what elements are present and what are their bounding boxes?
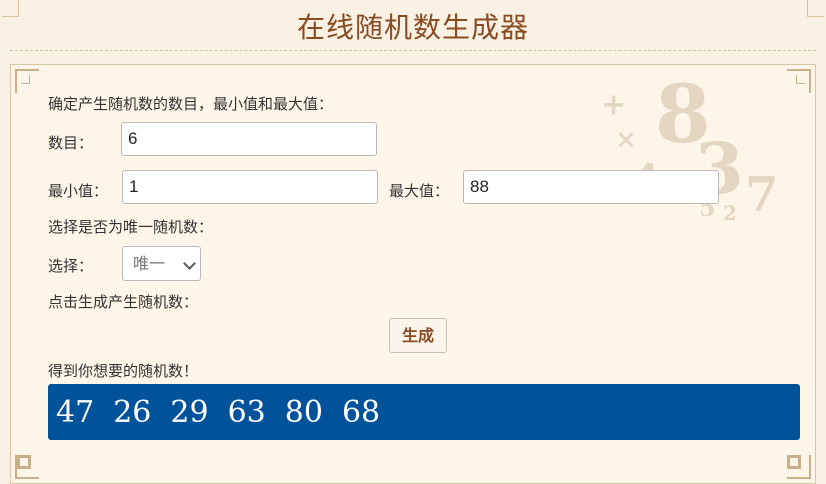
deco-glyph: + <box>601 87 627 122</box>
unique-prompt: 选择是否为唯一随机数： <box>48 218 214 236</box>
result-number: 26 <box>113 394 152 430</box>
max-input[interactable] <box>463 170 719 204</box>
chevron-down-icon <box>183 257 196 270</box>
deco-glyph: × <box>615 125 637 155</box>
result-display: 47 26 29 63 80 68 <box>48 384 800 440</box>
max-label: 最大值： <box>389 182 450 200</box>
count-label: 数目： <box>48 134 94 152</box>
result-number: 80 <box>284 394 323 430</box>
page-title: 在线随机数生成器 <box>296 11 529 44</box>
header-divider <box>10 50 816 51</box>
unique-select-label: 选择： <box>48 257 94 275</box>
min-input[interactable] <box>122 170 378 204</box>
deco-glyph: 8 <box>655 67 711 161</box>
panel-corner-bottom-right <box>787 455 811 479</box>
generate-button[interactable]: 生成 <box>389 318 447 353</box>
panel-corner-top-right <box>787 69 811 93</box>
count-input[interactable] <box>121 122 377 156</box>
unique-select[interactable]: 唯一 <box>122 246 201 281</box>
result-number: 63 <box>227 394 266 430</box>
result-prompt: 得到你想要的随机数！ <box>48 362 199 380</box>
deco-glyph: 2 <box>723 201 737 225</box>
header-corner-right <box>807 0 824 17</box>
unique-select-value: 唯一 <box>133 254 166 273</box>
result-number: 68 <box>341 394 381 430</box>
generator-panel: 8 3 7 5 2 + × 4 1 确定产生随机数的数目，最小值和最大值： 数目… <box>10 64 816 484</box>
intro-text: 确定产生随机数的数目，最小值和最大值： <box>48 95 334 113</box>
page-header: 在线随机数生成器 <box>0 0 826 52</box>
panel-corner-bottom-left <box>15 455 39 479</box>
result-number: 29 <box>170 394 209 430</box>
numbers-background-decoration: 8 3 7 5 2 + × 4 1 <box>595 67 795 237</box>
generate-prompt: 点击生成产生随机数： <box>48 293 199 311</box>
deco-glyph: 7 <box>745 167 779 223</box>
panel-corner-top-left <box>15 69 39 93</box>
result-number: 47 <box>56 394 95 430</box>
min-label: 最小值： <box>48 182 109 200</box>
